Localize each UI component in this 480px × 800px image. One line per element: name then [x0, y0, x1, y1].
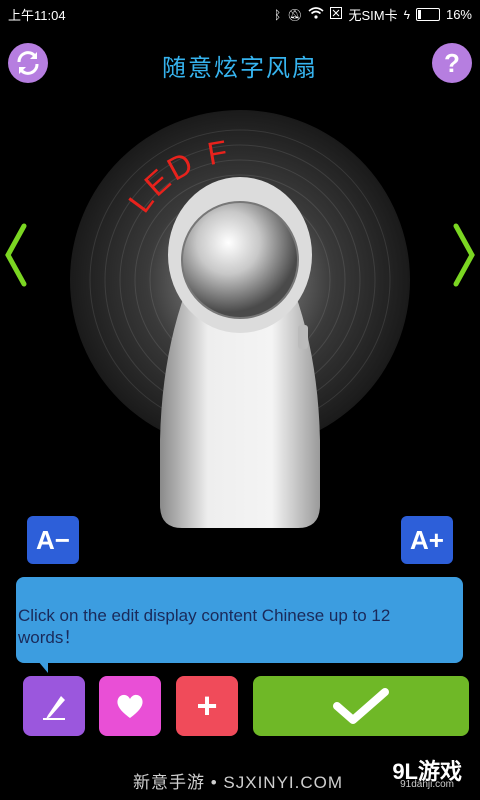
- fan-switch: [298, 325, 308, 349]
- previous-arrow-button[interactable]: [2, 220, 30, 290]
- favorite-button[interactable]: [99, 676, 161, 736]
- plus-icon: +: [196, 685, 218, 726]
- add-button[interactable]: +: [176, 676, 238, 736]
- help-icon: ?: [444, 47, 460, 78]
- app-title: 随意炫字风扇: [162, 55, 318, 82]
- battery-percent: 16%: [445, 7, 472, 22]
- mute-icon: 🔕︎: [287, 7, 303, 22]
- wifi-icon: [308, 7, 325, 22]
- confirm-button[interactable]: [253, 676, 469, 736]
- increase-font-button[interactable]: A+: [401, 516, 453, 564]
- footer-brand: 新意手游 • SJXINYI.COM: [133, 773, 344, 792]
- fan-display[interactable]: LED F: [50, 110, 430, 540]
- edit-button[interactable]: [23, 676, 85, 736]
- carrier-text: 无SIM卡: [348, 8, 398, 23]
- message-bubble: Click on the edit display content Chines…: [16, 577, 463, 673]
- battery-icon: [415, 8, 440, 21]
- fan-hub: [181, 201, 299, 319]
- charging-icon: ϟ: [403, 7, 410, 22]
- checkmark-icon: [333, 688, 389, 724]
- message-text: Click on the edit display content Chines…: [18, 606, 391, 647]
- footer: 新意手游 • SJXINYI.COM 9L游戏 91danji.com: [0, 759, 480, 794]
- status-bar: 上午11:04 ᛒ 🔕︎ 无SIM卡 ϟ 16%: [0, 0, 480, 26]
- site-logo-url: 91danji.com: [400, 779, 454, 790]
- pencil-icon: [43, 696, 65, 720]
- bubble-tail: [38, 661, 48, 673]
- status-icons: ᛒ 🔕︎ 无SIM卡 ϟ 16%: [274, 5, 472, 24]
- bluetooth-icon: ᛒ: [274, 7, 282, 22]
- help-button[interactable]: ?: [432, 43, 472, 83]
- heart-icon: [117, 694, 143, 718]
- sim-card-icon: [330, 7, 343, 22]
- next-arrow-button[interactable]: [450, 220, 478, 290]
- status-time: 上午11:04: [8, 8, 66, 23]
- decrease-font-button[interactable]: A−: [27, 516, 79, 564]
